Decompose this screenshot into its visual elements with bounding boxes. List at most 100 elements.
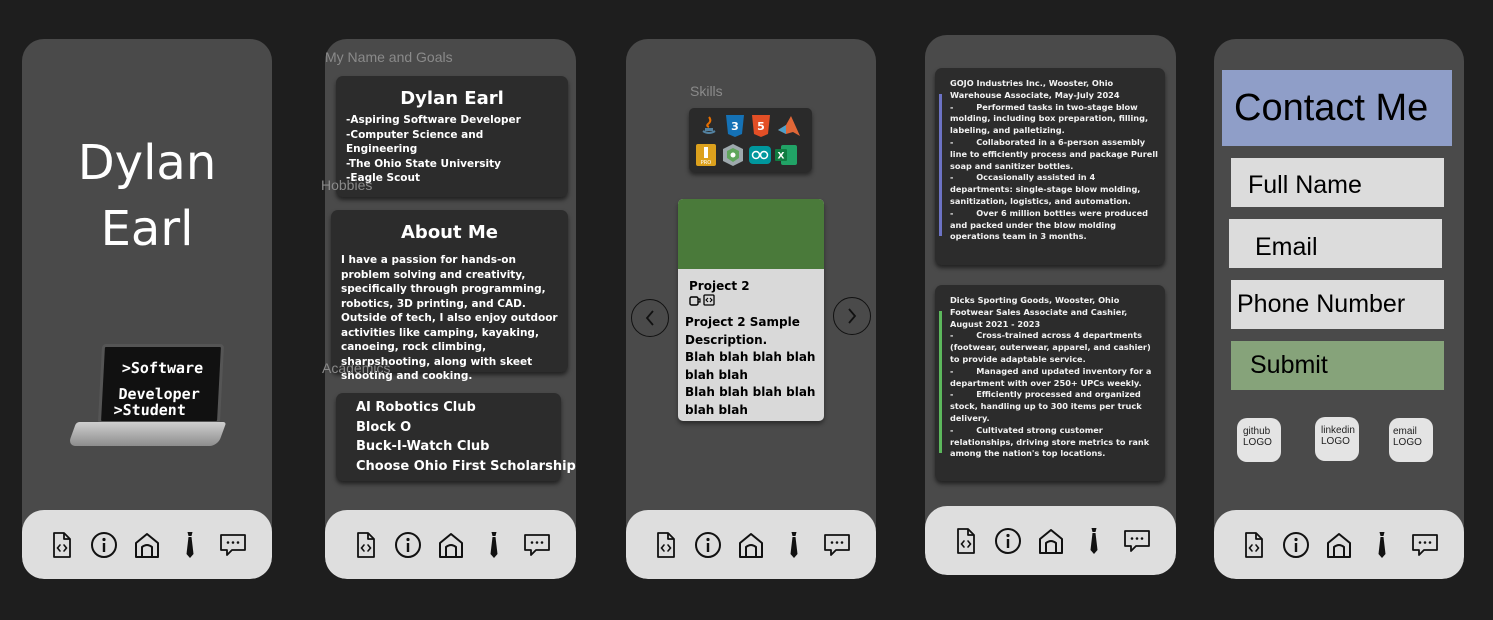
experience-text-2: Dicks Sporting Goods, Wooster, Ohio Foot… xyxy=(950,295,1161,460)
accent-bar xyxy=(939,311,942,453)
job-bullet: - Occasionally assisted in 4 departments… xyxy=(950,172,1144,206)
hero-name-last: Earl xyxy=(100,201,194,257)
job-bullet: - Efficiently processed and organized st… xyxy=(950,389,1145,423)
project-title: Project 2 xyxy=(689,279,750,293)
section-label-hobbies: Hobbies xyxy=(321,177,373,193)
tie-icon[interactable] xyxy=(777,528,811,562)
email-logo-text-1: email xyxy=(1393,426,1417,437)
tie-icon[interactable] xyxy=(1365,528,1399,562)
home-icon[interactable] xyxy=(130,528,164,562)
document-code-icon[interactable] xyxy=(1236,528,1270,562)
project-desc-line: Blah blah blah blah xyxy=(685,385,816,400)
academic-item: Block O xyxy=(356,419,412,435)
bottom-nav xyxy=(325,510,576,579)
project-desc-line: Blah blah blah blah xyxy=(685,350,816,365)
job-bullet: - Managed and updated inventory for a de… xyxy=(950,365,1155,388)
email-logo-text-2: LOGO xyxy=(1393,437,1422,448)
info-icon[interactable] xyxy=(87,528,121,562)
info-icon[interactable] xyxy=(1279,528,1313,562)
bottom-nav xyxy=(925,506,1176,575)
job-company: GOJO Industries Inc., Wooster, Ohio xyxy=(950,78,1114,88)
java-icon xyxy=(689,296,701,306)
goal-item: -Computer Science and xyxy=(346,128,484,141)
hero-name-first: Dylan xyxy=(77,135,217,191)
home-icon[interactable] xyxy=(434,528,468,562)
goal-item: -The Ohio State University xyxy=(346,157,502,170)
tie-icon[interactable] xyxy=(173,528,207,562)
academics-card: AI Robotics Club Block O Buck-I-Watch Cl… xyxy=(336,393,576,481)
tie-icon[interactable] xyxy=(1077,524,1111,558)
goal-item: Engineering xyxy=(346,143,418,155)
job-bullet: - Collaborated in a 6-person assembly li… xyxy=(950,136,1161,171)
screen-home: Dylan Earl >Software Developer >Student xyxy=(22,39,272,579)
css3-icon: 3 xyxy=(726,115,744,137)
info-icon[interactable] xyxy=(991,524,1025,558)
svg-text:3: 3 xyxy=(731,120,739,133)
accent-bar xyxy=(939,94,942,236)
chat-icon[interactable] xyxy=(1408,528,1442,562)
job-bullet: - Cross-trained across 4 departments (fo… xyxy=(950,330,1154,364)
job-bullet: - Performed tasks in two-stage blow mold… xyxy=(950,101,1151,136)
carousel-prev-button[interactable] xyxy=(631,299,669,337)
arduino-icon xyxy=(749,146,771,164)
job-bullet: - Cultivated strong customer relationshi… xyxy=(950,424,1153,459)
section-label-academics: Academics xyxy=(322,360,391,376)
github-logo-button[interactable]: github LOGO xyxy=(1237,418,1281,462)
goals-list: -Aspiring Software Developer -Computer S… xyxy=(346,113,558,186)
about-card: About Me I have a passion for hands-on p… xyxy=(331,210,568,382)
linkedin-logo-text-1: linkedin xyxy=(1321,425,1355,436)
full-name-field[interactable] xyxy=(1231,158,1444,207)
home-icon[interactable] xyxy=(1322,528,1356,562)
laptop-text-3: >Student xyxy=(113,401,187,419)
project-desc-line: Description. xyxy=(685,332,768,347)
email-field[interactable] xyxy=(1229,219,1442,268)
document-code-icon[interactable] xyxy=(44,528,78,562)
laptop-text-1: >Software xyxy=(121,359,204,377)
tie-icon[interactable] xyxy=(477,528,511,562)
svg-text:5: 5 xyxy=(757,120,765,133)
chat-icon[interactable] xyxy=(520,528,554,562)
document-code-icon[interactable] xyxy=(348,528,382,562)
job-role: Footwear Sales Associate and Cashier, Au… xyxy=(950,306,1128,329)
screen-experience: GOJO Industries Inc., Wooster, Ohio Ware… xyxy=(925,35,1176,575)
experience-text-1: GOJO Industries Inc., Wooster, Ohio Ware… xyxy=(950,78,1159,243)
name-title: Dylan Earl xyxy=(400,88,504,109)
email-logo-button[interactable]: email LOGO xyxy=(1389,418,1433,462)
academic-item: AI Robotics Club xyxy=(356,400,476,415)
chat-icon[interactable] xyxy=(216,528,250,562)
submit-button[interactable]: Submit xyxy=(1231,341,1444,390)
job-company: Dicks Sporting Goods, Wooster, Ohio xyxy=(950,295,1120,305)
chevron-right-icon xyxy=(848,308,857,324)
code-icon xyxy=(703,294,715,306)
project-image xyxy=(678,199,824,269)
academic-item: Buck-I-Watch Club xyxy=(356,439,490,455)
phone-number-field[interactable] xyxy=(1231,280,1444,329)
skills-label: Skills xyxy=(690,83,723,99)
document-code-icon[interactable] xyxy=(948,524,982,558)
svg-text:PRO: PRO xyxy=(701,160,711,166)
java-icon xyxy=(702,116,716,134)
bottom-nav xyxy=(1214,510,1464,579)
goal-item: -Eagle Scout xyxy=(346,172,421,184)
screen-contact: Contact Me Submit github LOGO linkedin L… xyxy=(1214,39,1464,579)
excel-icon: X xyxy=(775,145,797,165)
laptop-base xyxy=(67,422,227,446)
carousel-next-button[interactable] xyxy=(833,297,871,335)
home-icon[interactable] xyxy=(734,528,768,562)
chat-icon[interactable] xyxy=(1120,524,1154,558)
academic-item: Choose Ohio First Scholarship xyxy=(356,458,576,474)
chat-icon[interactable] xyxy=(820,528,854,562)
github-logo-text-1: github xyxy=(1243,426,1271,437)
linkedin-logo-button[interactable]: linkedin LOGO xyxy=(1315,417,1359,461)
bottom-nav xyxy=(626,510,876,579)
document-code-icon[interactable] xyxy=(648,528,682,562)
job-bullet: - Over 6 million bottles were produced a… xyxy=(950,207,1151,242)
screen-about: Dylan Earl -Aspiring Software Developer … xyxy=(325,39,576,579)
project-desc-line: blah blah xyxy=(685,402,748,417)
home-icon[interactable] xyxy=(1034,524,1068,558)
html5-icon: 5 xyxy=(752,115,770,137)
info-icon[interactable] xyxy=(691,528,725,562)
info-icon[interactable] xyxy=(391,528,425,562)
project-card[interactable]: Project 2 Project 2 Sample Description. … xyxy=(678,199,824,421)
skills-panel: 3 5 PRO X xyxy=(689,108,812,172)
